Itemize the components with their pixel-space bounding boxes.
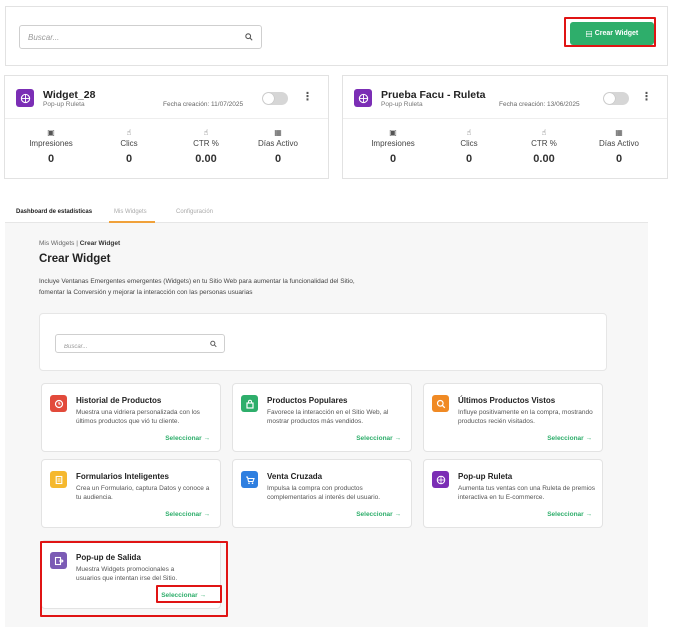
more-options-icon[interactable]: ⋮ xyxy=(641,92,652,103)
stat-ctr: ☝ CTR % 0.00 xyxy=(176,128,236,165)
wheel-icon xyxy=(354,89,372,107)
template-description: Influye positivamente en la compra, most… xyxy=(458,409,593,425)
arrow-right-icon: → xyxy=(585,435,593,442)
impressions-icon: ▣ xyxy=(389,128,397,137)
template-card[interactable]: Productos Populares Favorece la interacc… xyxy=(232,383,412,452)
template-card[interactable]: Formularios Inteligentes Crea un Formula… xyxy=(41,459,221,528)
search-field[interactable] xyxy=(55,334,225,356)
template-title: Pop-up Ruleta xyxy=(458,472,513,481)
arrow-right-icon: → xyxy=(585,511,593,518)
stat-days-active: ▦ Días Activo 0 xyxy=(248,128,308,165)
template-card[interactable]: Venta Cruzada Impulsa la compra con prod… xyxy=(232,459,412,528)
stat-clicks: ☝ Clics 0 xyxy=(439,128,499,165)
search-icon[interactable] xyxy=(245,33,253,41)
select-link[interactable]: Seleccionar → xyxy=(165,435,210,442)
wheel-icon xyxy=(432,471,449,488)
create-widget-button[interactable]: Crear Widget xyxy=(570,22,654,45)
tab-bar: Dashboard de estadísticas Mis Widgets Co… xyxy=(5,203,648,223)
template-description: Favorece la interacción en el Sitio Web,… xyxy=(267,409,389,425)
arrow-right-icon: → xyxy=(203,511,211,518)
active-tab-indicator xyxy=(109,221,155,223)
tab-my-widgets[interactable]: Mis Widgets xyxy=(114,209,147,215)
widget-name[interactable]: Prueba Facu - Ruleta xyxy=(381,89,485,101)
divider xyxy=(5,118,328,119)
page-description: Incluye Ventanas Emergentes emergentes (… xyxy=(39,276,439,298)
breadcrumb-separator: | xyxy=(76,240,78,247)
select-link[interactable]: Seleccionar → xyxy=(547,435,592,442)
template-title: Pop-up de Salida xyxy=(76,553,141,562)
ctr-icon: ☝ xyxy=(541,128,547,137)
select-link[interactable]: Seleccionar → xyxy=(547,511,592,518)
template-description: Impulsa la compra con productos compleme… xyxy=(267,485,381,501)
template-description: Muestra una vidriera personalizada con l… xyxy=(76,409,200,425)
widget-name[interactable]: Widget_28 xyxy=(43,89,95,101)
wheel-icon xyxy=(16,89,34,107)
arrow-right-icon: → xyxy=(199,592,207,599)
stat-ctr: ☝ CTR % 0.00 xyxy=(514,128,574,165)
widget-icon xyxy=(585,30,592,37)
arrow-right-icon: → xyxy=(394,511,402,518)
calendar-icon: ▦ xyxy=(274,128,282,137)
form-icon xyxy=(50,471,67,488)
stat-clicks: ☝ Clics 0 xyxy=(99,128,159,165)
widget-type: Pop-up Ruleta xyxy=(381,101,423,108)
select-link[interactable]: Seleccionar → xyxy=(356,435,401,442)
template-description: Aumenta tus ventas con una Ruleta de pre… xyxy=(458,485,595,501)
bag-icon xyxy=(241,395,258,412)
widget-type: Pop-up Ruleta xyxy=(43,101,85,108)
search-panel xyxy=(39,313,607,371)
top-search-panel: Crear Widget xyxy=(5,6,668,66)
create-widget-label: Crear Widget xyxy=(594,30,639,37)
cart-icon xyxy=(241,471,258,488)
click-icon: ☝ xyxy=(466,128,472,137)
exit-icon xyxy=(50,552,67,569)
template-title: Historial de Productos xyxy=(76,396,162,405)
calendar-icon: ▦ xyxy=(615,128,623,137)
click-icon: ☝ xyxy=(126,128,132,137)
widget-toggle[interactable] xyxy=(603,92,629,105)
search-input[interactable] xyxy=(56,338,224,356)
widget-card: Widget_28 Pop-up Ruleta Fecha creación: … xyxy=(4,75,329,179)
tab-settings[interactable]: Configuración xyxy=(176,209,213,215)
widget-date: Fecha creación: 11/07/2025 xyxy=(163,101,244,108)
breadcrumb-current: Crear Widget xyxy=(79,240,121,247)
select-link[interactable]: Seleccionar → xyxy=(161,592,206,599)
search-input[interactable] xyxy=(20,26,261,48)
widget-date: Fecha creación: 13/06/2025 xyxy=(499,101,580,108)
breadcrumb-parent[interactable]: Mis Widgets xyxy=(39,240,74,247)
stat-impressions: ▣ Impresiones 0 xyxy=(21,128,81,165)
ctr-icon: ☝ xyxy=(203,128,209,137)
description-line: fomentar la Conversión y mejorar la inte… xyxy=(39,289,253,296)
select-link[interactable]: Seleccionar → xyxy=(165,511,210,518)
template-title: Productos Populares xyxy=(267,396,348,405)
template-description: Muestra Widgets promocionales a usuarios… xyxy=(76,566,178,582)
template-title: Formularios Inteligentes xyxy=(76,472,169,481)
search-icon[interactable] xyxy=(210,340,217,347)
widget-toggle[interactable] xyxy=(262,92,288,105)
template-description: Crea un Formulario, captura Datos y cono… xyxy=(76,485,210,501)
template-card[interactable]: Historial de Productos Muestra una vidri… xyxy=(41,383,221,452)
template-title: Últimos Productos Vistos xyxy=(458,396,556,405)
magnifier-icon xyxy=(432,395,449,412)
template-title: Venta Cruzada xyxy=(267,472,323,481)
divider xyxy=(343,118,667,119)
create-widget-view: Dashboard de estadísticas Mis Widgets Co… xyxy=(5,203,648,627)
description-line: Incluye Ventanas Emergentes emergentes (… xyxy=(39,278,355,285)
widget-card: Prueba Facu - Ruleta Pop-up Ruleta Fecha… xyxy=(342,75,668,179)
template-card[interactable]: Pop-up Ruleta Aumenta tus ventas con una… xyxy=(423,459,603,528)
arrow-right-icon: → xyxy=(203,435,211,442)
arrow-right-icon: → xyxy=(394,435,402,442)
template-card[interactable]: Últimos Productos Vistos Influye positiv… xyxy=(423,383,603,452)
page-title: Crear Widget xyxy=(39,253,111,265)
history-icon xyxy=(50,395,67,412)
impressions-icon: ▣ xyxy=(47,128,55,137)
template-card[interactable]: Pop-up de Salida Muestra Widgets promoci… xyxy=(41,540,221,609)
select-link[interactable]: Seleccionar → xyxy=(356,511,401,518)
stat-days-active: ▦ Días Activo 0 xyxy=(589,128,649,165)
breadcrumb: Mis Widgets | Crear Widget xyxy=(39,240,120,247)
stat-impressions: ▣ Impresiones 0 xyxy=(363,128,423,165)
more-options-icon[interactable]: ⋮ xyxy=(302,92,313,103)
search-field[interactable] xyxy=(19,25,262,49)
tab-dashboard[interactable]: Dashboard de estadísticas xyxy=(16,209,92,215)
